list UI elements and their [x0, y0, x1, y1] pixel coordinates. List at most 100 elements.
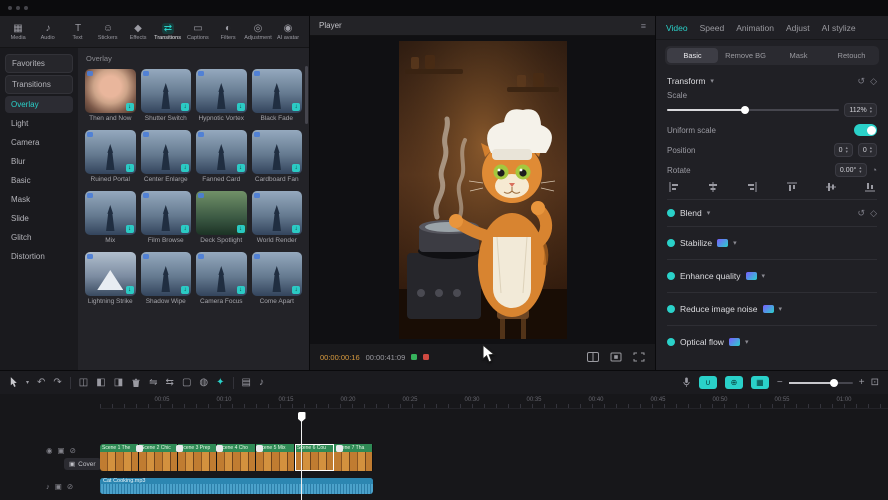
delete-icon[interactable]: [131, 378, 141, 388]
sidebar-item-blur[interactable]: Blur: [5, 153, 73, 170]
align-middle-icon[interactable]: [826, 182, 836, 192]
overlay-tool-icon[interactable]: ▤: [242, 378, 251, 388]
sidebar-item-mask[interactable]: Mask: [5, 191, 73, 208]
link-button[interactable]: ⊕: [725, 376, 743, 389]
transition-item[interactable]: ↓Shadow Wipe: [141, 252, 192, 305]
uniform-scale-toggle[interactable]: [854, 124, 877, 136]
timeline-zoom-slider[interactable]: [789, 382, 853, 384]
align-left-icon[interactable]: [669, 182, 679, 192]
chevron-down-icon[interactable]: ▾: [710, 77, 714, 85]
align-right-icon[interactable]: [747, 182, 757, 192]
preview-axis-button[interactable]: ▦: [751, 376, 769, 389]
gallery-scrollbar[interactable]: [305, 66, 308, 124]
zoom-in-icon[interactable]: +: [859, 378, 865, 388]
in-point-icon[interactable]: [411, 354, 417, 360]
subtab-mask[interactable]: Mask: [773, 48, 824, 63]
transition-item[interactable]: ↓Mix: [85, 191, 136, 244]
sidebar-item-transitions[interactable]: Transitions: [5, 75, 73, 94]
scale-value-stepper[interactable]: 112% ▴▾: [844, 103, 877, 117]
transition-item[interactable]: ↓Fanned Card: [196, 130, 247, 183]
resolution-icon[interactable]: [610, 352, 622, 362]
sidebar-item-distortion[interactable]: Distortion: [5, 248, 73, 265]
select-tool-icon[interactable]: [9, 377, 18, 388]
transition-item[interactable]: ↓Film Browse: [141, 191, 192, 244]
sidebar-item-basic[interactable]: Basic: [5, 172, 73, 189]
transition-item[interactable]: ↓Center Enlarge: [141, 130, 192, 183]
subtab-remove-bg[interactable]: Remove BG: [720, 48, 771, 63]
nav-effects[interactable]: ◆Effects: [123, 23, 153, 41]
transition-item[interactable]: ↓Deck Spotlight: [196, 191, 247, 244]
voiceover-mic-icon[interactable]: [682, 377, 691, 388]
split-icon[interactable]: ◫: [79, 378, 88, 388]
player-menu-icon[interactable]: ≡: [641, 21, 646, 31]
out-point-icon[interactable]: [423, 354, 429, 360]
crop-icon[interactable]: ▢: [182, 378, 191, 388]
window-close-icon[interactable]: [24, 6, 28, 10]
nav-captions[interactable]: ▭Captions: [183, 23, 213, 41]
fullscreen-icon[interactable]: [633, 352, 645, 362]
nav-stickers[interactable]: ☺Stickers: [93, 23, 123, 41]
chevron-down-icon[interactable]: ▾: [745, 338, 749, 346]
chevron-down-icon[interactable]: ▾: [733, 239, 737, 247]
redo-icon[interactable]: ↷: [53, 378, 61, 388]
rotate-dial-icon[interactable]: ◔: [872, 165, 877, 175]
rotate-stepper[interactable]: 0.00° ▴▾: [835, 163, 867, 177]
tab-video[interactable]: Video: [666, 23, 688, 33]
track-hide-icon[interactable]: ▣: [58, 446, 65, 455]
chevron-down-icon[interactable]: ▾: [707, 209, 711, 217]
undo-icon[interactable]: ↶: [37, 378, 45, 388]
mask-tool-icon[interactable]: ◍: [199, 378, 208, 388]
snap-button[interactable]: ∪: [699, 376, 717, 389]
transition-item[interactable]: ↓Come Apart: [252, 252, 303, 305]
sidebar-item-camera[interactable]: Camera: [5, 134, 73, 151]
align-bottom-icon[interactable]: [865, 182, 875, 192]
chevron-down-icon[interactable]: ▾: [762, 272, 766, 280]
video-preview[interactable]: [399, 41, 567, 339]
position-y-stepper[interactable]: 0 ▴▾: [858, 143, 877, 157]
step-down-icon[interactable]: ▾: [846, 150, 848, 154]
mirror-icon[interactable]: ⇋: [149, 378, 157, 388]
transition-marker[interactable]: [336, 445, 343, 452]
transition-marker[interactable]: [256, 445, 263, 452]
tab-ai-stylize[interactable]: AI stylize: [822, 23, 856, 33]
sidebar-item-overlay[interactable]: Overlay: [5, 96, 73, 113]
track-lock-icon[interactable]: ⊘: [70, 446, 76, 455]
window-minimize-icon[interactable]: [16, 6, 20, 10]
zoom-out-icon[interactable]: −: [777, 378, 783, 388]
reverse-icon[interactable]: ⇆: [166, 378, 174, 388]
nav-adjustment[interactable]: ◎Adjustment: [243, 23, 273, 41]
smart-tools-icon[interactable]: ✦: [216, 378, 224, 388]
select-tool-chevron-icon[interactable]: ▾: [26, 380, 29, 386]
align-top-icon[interactable]: [787, 182, 797, 192]
nav-media[interactable]: ▦Media: [3, 23, 33, 41]
transition-item[interactable]: ↓Camera Focus: [196, 252, 247, 305]
tab-speed[interactable]: Speed: [700, 23, 725, 33]
audio-mute-icon[interactable]: ▣: [55, 482, 62, 491]
tab-animation[interactable]: Animation: [736, 23, 774, 33]
trim-left-icon[interactable]: ◧: [96, 378, 105, 388]
audio-track-icon[interactable]: ♪: [46, 482, 50, 491]
audio-lock-icon[interactable]: ⊘: [67, 482, 73, 491]
split-screen-icon[interactable]: [587, 352, 599, 362]
transition-item[interactable]: ↓World Render: [252, 191, 303, 244]
keyframe-icon[interactable]: ◇: [870, 208, 877, 219]
fit-timeline-icon[interactable]: ⊡: [871, 378, 879, 388]
keyframe-icon[interactable]: ◇: [870, 76, 877, 87]
window-menu-icon[interactable]: [8, 6, 12, 10]
transition-item[interactable]: ↓Cardboard Fan: [252, 130, 303, 183]
nav-audio[interactable]: ♪Audio: [33, 23, 63, 41]
clip-scene-2[interactable]: Scene 2 Chic: [139, 444, 178, 471]
transition-item[interactable]: ↓Hypnotic Vortex: [196, 69, 247, 122]
transition-item[interactable]: ↓Ruined Portal: [85, 130, 136, 183]
sidebar-item-favorites[interactable]: Favorites: [5, 54, 73, 73]
reset-icon[interactable]: ↺: [858, 208, 866, 219]
transition-marker[interactable]: [176, 445, 183, 452]
nav-filters[interactable]: ◐Filters: [213, 23, 243, 41]
nav-ai-avatar[interactable]: ◉AI avatar: [273, 23, 303, 41]
playhead-handle[interactable]: [298, 412, 306, 422]
timeline[interactable]: 00:05 00:10 00:15 00:20 00:25 00:30 00:3…: [0, 394, 888, 500]
sidebar-item-glitch[interactable]: Glitch: [5, 229, 73, 246]
clip-scene-3[interactable]: Scene 3 Prep: [178, 444, 217, 471]
transition-marker[interactable]: [216, 445, 223, 452]
tab-adjust[interactable]: Adjust: [786, 23, 810, 33]
